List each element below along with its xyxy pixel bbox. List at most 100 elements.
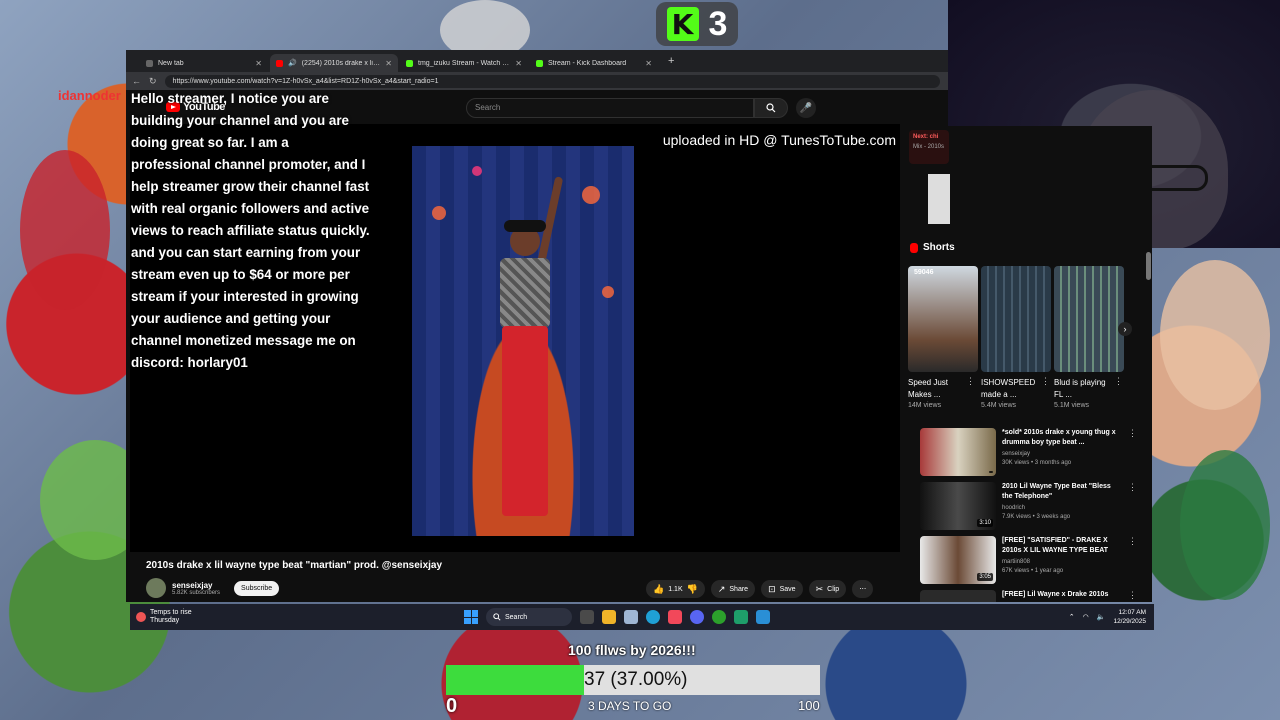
youtube-favicon-icon [276,59,283,67]
tab-youtube[interactable]: 🔊 (2254) 2010s drake x lil wayne ✕ [270,54,398,72]
short-title: Speed Just Makes ... [908,378,949,399]
more-icon[interactable]: ⋮ [1041,376,1050,387]
tab-close-icon[interactable]: ✕ [255,59,262,68]
thumbs-down-icon[interactable]: 👎 [687,584,698,595]
channel-avatar[interactable] [146,578,166,598]
voice-search-button[interactable]: 🎤 [796,98,816,118]
next-up-card[interactable]: Next: chi Mix - 2010s [909,130,949,164]
weather-day: Thursday [150,617,180,624]
wifi-icon[interactable]: ◠ [1083,613,1089,621]
stream-name-tag: idannoder [58,88,121,103]
volume-icon[interactable]: 🔈 [1097,613,1106,621]
duration-badge: 3:10 [977,519,993,527]
recommendation-meta: 7.9K views • 3 weeks ago [1002,514,1071,520]
notepad-icon[interactable] [756,610,770,624]
store-icon[interactable] [624,610,638,624]
more-icon[interactable]: ⋮ [1128,590,1137,602]
more-actions-button[interactable]: ⋯ [852,580,874,598]
more-icon[interactable]: ⋮ [1128,536,1137,584]
reload-icon[interactable]: ↻ [149,76,157,87]
file-explorer-icon[interactable] [602,610,616,624]
weather-widget[interactable]: Temps to rise Thursday [136,609,192,625]
more-icon: ⋯ [859,586,867,593]
short-item[interactable]: 59046 Speed Just Makes ... 14M views ⋮ [908,266,978,409]
video-frame [412,146,634,536]
kick-favicon-icon [406,59,413,67]
follower-goal-fill [446,665,585,695]
next-up-thumbnail[interactable] [928,174,950,224]
taskbar-search-label: Search [505,613,528,621]
channel-subscribers: 5.82K subscribers [172,589,221,596]
more-icon[interactable]: ⋮ [966,376,975,387]
recommendation-title: 2010 Lil Wayne Type Beat "Bless the Tele… [1002,483,1111,500]
more-icon[interactable]: ⋮ [1128,482,1137,530]
recommendation-item[interactable]: 3:10 2010 Lil Wayne Type Beat "Bless the… [920,482,1148,530]
search-button[interactable] [754,98,788,118]
short-views: 14M views [908,402,942,409]
tab-kick-stream[interactable]: tmg_izuku Stream - Watch Live on ✕ [400,54,528,72]
tab-close-icon[interactable]: ✕ [645,59,652,68]
new-tab-button[interactable]: + [660,55,682,67]
subscribe-button[interactable]: Subscribe [234,580,280,596]
recommendation-meta: 67K views • 1 year ago [1002,568,1064,574]
tab-kick-dashboard[interactable]: Stream - Kick Dashboard ✕ [530,54,658,72]
tab-close-icon[interactable]: ✕ [515,59,522,68]
music-icon[interactable] [668,610,682,624]
task-view-icon[interactable] [580,610,594,624]
shorts-label: Shorts [923,242,955,253]
short-item[interactable]: Blud is playing FL ... 5.1M views ⋮ [1054,266,1124,409]
sidebar-scrollbar[interactable] [1146,252,1151,280]
weather-headline: Temps to rise [150,609,192,616]
bookmark-icon: ⊡ [768,583,776,594]
tab-label: New tab [158,59,184,67]
mic-icon: 🎤 [799,102,813,114]
spreadsheet-icon[interactable] [734,610,748,624]
share-button[interactable]: ↗ Share [710,580,756,598]
start-icon[interactable] [464,610,478,624]
video-watermark: uploaded in HD @ TunesToTube.com [662,132,896,148]
channel-row: senseixjay 5.82K subscribers Subscribe [146,578,280,598]
recommendation-thumbnail [920,590,996,602]
thumbs-up-icon: 👍 [653,583,665,594]
more-icon[interactable]: ⋮ [1128,428,1137,476]
channel-name[interactable]: senseixjay [172,581,220,590]
recommendation-item[interactable]: [FREE] Lil Wayne x Drake 2010s ⋮ [920,590,1148,602]
short-views: 5.1M views [1054,402,1090,409]
recommendation-channel: hoodrich [1002,505,1026,511]
tab-close-icon[interactable]: ✕ [385,59,392,68]
recommendation-thumbnail: 3:05 [920,536,996,584]
weather-icon [136,612,146,622]
short-thumbnail [981,266,1051,372]
recommendation-item[interactable]: *sold* 2010s drake x young thug x drumma… [920,428,1148,476]
tab-new-tab[interactable]: New tab ✕ [140,54,268,72]
shorts-next-button[interactable]: › [1118,322,1132,336]
taskbar-apps: Search [464,608,770,626]
performer-figure [494,176,564,526]
chat-message-overlay: Hello streamer, I notice you are buildin… [131,91,370,370]
save-button[interactable]: ⊡ Save [761,580,803,598]
taskbar-search[interactable]: Search [486,608,572,626]
share-label: Share [729,585,749,593]
share-icon: ↗ [717,583,726,594]
url-field[interactable]: https://www.youtube.com/watch?v=1Z-h0vSx… [164,74,940,88]
windows-taskbar: Temps to rise Thursday Search ⌃ ◠ 🔈 12:0… [130,604,1154,630]
more-icon[interactable]: ⋮ [1114,376,1123,387]
clock[interactable]: 12:07 AM 12/29/2025 [1113,608,1146,626]
recommendation-channel: senseixjay [1002,451,1031,457]
discord-icon[interactable] [690,610,704,624]
short-item[interactable]: ISHOWSPEED made a ... 5.4M views ⋮ [981,266,1051,409]
duration-badge: 3:05 [977,573,993,581]
recommendations-sidebar: Next: chi Mix - 2010s Shorts 59046 Speed… [906,126,1152,602]
recommendation-item[interactable]: 3:05 [FREE] "SATISFIED" - DRAKE X 2010s … [920,536,1148,584]
speaker-icon: 🔊 [288,60,297,67]
search-input[interactable]: Search [466,98,754,118]
like-button[interactable]: 👍 1.1K 👎 [646,580,705,598]
next-up-subtitle: Mix - 2010s [913,144,945,150]
edge-icon[interactable] [646,610,660,624]
system-tray: ⌃ ◠ 🔈 12:07 AM 12/29/2025 [1069,608,1146,626]
tab-label: tmg_izuku Stream - Watch Live on [418,59,510,67]
xbox-icon[interactable] [712,610,726,624]
clip-button[interactable]: ✂ Clip [808,580,847,598]
chevron-up-icon[interactable]: ⌃ [1069,613,1075,621]
back-icon[interactable]: ← [132,76,141,86]
